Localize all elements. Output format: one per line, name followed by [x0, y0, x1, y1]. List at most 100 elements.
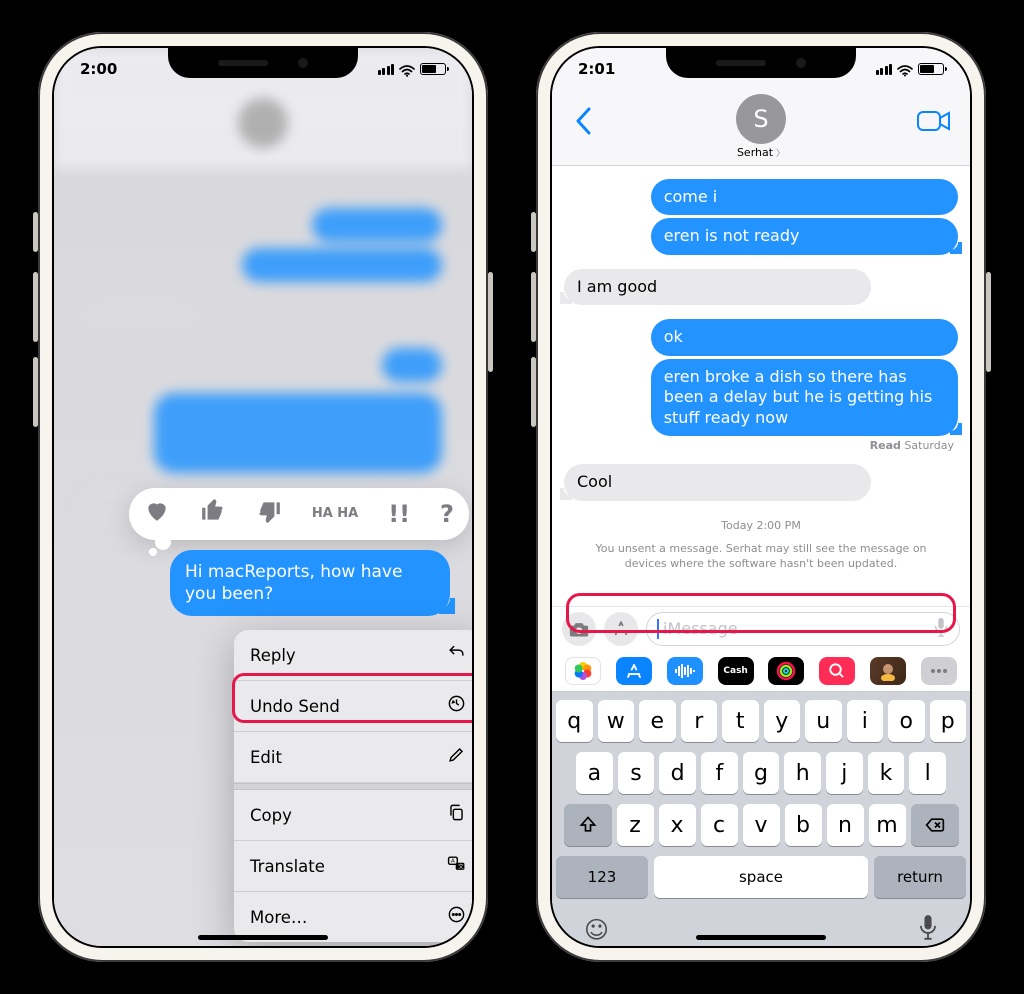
app-web-search[interactable] — [819, 657, 855, 685]
keyboard-row-1: qwertyuiop — [556, 700, 966, 742]
key-s[interactable]: s — [618, 752, 655, 794]
menu-reply[interactable]: Reply — [234, 630, 474, 681]
message-bubble-out[interactable]: come i — [651, 179, 958, 215]
key-w[interactable]: w — [598, 700, 635, 742]
battery-icon — [420, 63, 446, 75]
key-r[interactable]: r — [681, 700, 718, 742]
menu-edit[interactable]: Edit — [234, 732, 474, 783]
key-c[interactable]: c — [701, 804, 738, 846]
message-bubble-in[interactable]: Cool — [564, 464, 871, 500]
app-store-button[interactable] — [604, 612, 638, 646]
context-menu: Reply Undo Send Edit Copy Translate — [234, 630, 474, 942]
keyboard: qwertyuiop asdfghjkl zxcvbnm 123 space r… — [552, 692, 970, 946]
emoji-key[interactable]: ☺ — [584, 916, 609, 944]
voice-message-icon[interactable] — [933, 617, 949, 641]
key-x[interactable]: x — [659, 804, 696, 846]
tapback-thumbs-down-icon[interactable] — [256, 498, 282, 530]
imessage-app-strip[interactable]: Cash — [552, 650, 970, 692]
app-photos[interactable] — [565, 657, 601, 685]
key-z[interactable]: z — [617, 804, 654, 846]
menu-edit-label: Edit — [250, 748, 282, 767]
key-i[interactable]: i — [847, 700, 884, 742]
key-j[interactable]: j — [826, 752, 863, 794]
wifi-icon — [399, 63, 415, 75]
menu-more-label: More… — [250, 908, 307, 927]
copy-icon — [447, 803, 466, 827]
camera-button[interactable] — [562, 612, 596, 646]
app-more[interactable] — [921, 657, 957, 685]
message-bubble-out[interactable]: ok — [651, 319, 958, 355]
notch — [666, 48, 856, 78]
app-cash[interactable]: Cash — [718, 657, 754, 685]
message-bubble-out[interactable]: eren is not ready — [651, 218, 958, 254]
menu-copy-label: Copy — [250, 806, 292, 825]
app-store[interactable] — [616, 657, 652, 685]
dictate-key[interactable] — [918, 914, 938, 946]
app-memoji[interactable] — [870, 657, 906, 685]
key-t[interactable]: t — [722, 700, 759, 742]
undo-icon — [447, 694, 466, 718]
tapback-picker: HA HA !! ? — [129, 488, 469, 540]
selected-message-bubble[interactable]: Hi macReports, how have you been? — [170, 550, 450, 616]
key-b[interactable]: b — [785, 804, 822, 846]
message-input[interactable]: iMessage — [646, 612, 960, 646]
home-indicator[interactable] — [198, 935, 328, 940]
tapback-exclaim-icon[interactable]: !! — [388, 500, 410, 528]
thread-timestamp: Today 2:00 PM — [564, 519, 958, 532]
contact-name-button[interactable]: Serhat 〉 — [737, 146, 785, 159]
key-n[interactable]: n — [827, 804, 864, 846]
menu-translate-label: Translate — [250, 857, 325, 876]
message-thread[interactable]: come i eren is not ready I am good ok er… — [552, 166, 970, 608]
key-p[interactable]: p — [930, 700, 967, 742]
key-k[interactable]: k — [868, 752, 905, 794]
menu-undo-send[interactable]: Undo Send — [234, 681, 474, 732]
return-key[interactable]: return — [874, 856, 966, 898]
message-bubble-in[interactable]: I am good — [564, 269, 871, 305]
tapback-question-icon[interactable]: ? — [440, 500, 454, 528]
menu-translate[interactable]: Translate A文 — [234, 841, 474, 892]
numbers-key[interactable]: 123 — [556, 856, 648, 898]
phone-right: 2:01 S Serhat 〉 — [536, 32, 986, 962]
tapback-thumbs-up-icon[interactable] — [200, 498, 226, 530]
key-m[interactable]: m — [869, 804, 906, 846]
phone-left: 2:00 HA HA !! ? Hi macReports, — [38, 32, 488, 962]
tapback-heart-icon[interactable] — [144, 498, 170, 530]
unsent-notice: You unsent a message. Serhat may still s… — [574, 536, 948, 578]
status-time: 2:00 — [80, 60, 117, 78]
app-music[interactable] — [667, 657, 703, 685]
cellular-icon — [378, 64, 395, 75]
home-indicator[interactable] — [696, 935, 826, 940]
tapback-haha-icon[interactable]: HA HA — [312, 508, 358, 520]
key-y[interactable]: y — [764, 700, 801, 742]
key-e[interactable]: e — [639, 700, 676, 742]
keyboard-row-2: asdfghjkl — [556, 752, 966, 794]
menu-copy[interactable]: Copy — [234, 790, 474, 841]
reply-arrow-icon — [447, 643, 466, 667]
key-d[interactable]: d — [659, 752, 696, 794]
pencil-icon — [447, 745, 466, 769]
key-l[interactable]: l — [909, 752, 946, 794]
space-key[interactable]: space — [654, 856, 868, 898]
read-receipt: Read Saturday — [564, 439, 954, 452]
battery-icon — [918, 63, 944, 75]
key-f[interactable]: f — [701, 752, 738, 794]
status-time: 2:01 — [578, 60, 615, 78]
back-button[interactable] — [566, 104, 600, 138]
contact-avatar[interactable]: S — [736, 94, 786, 144]
facetime-button[interactable] — [914, 104, 954, 138]
message-bubble-out[interactable]: eren broke a dish so there has been a de… — [651, 359, 958, 436]
key-q[interactable]: q — [556, 700, 593, 742]
key-g[interactable]: g — [743, 752, 780, 794]
wifi-icon — [897, 63, 913, 75]
keyboard-row-4: 123 space return — [556, 856, 966, 898]
ellipsis-icon — [447, 905, 466, 929]
svg-text:A: A — [451, 859, 455, 865]
key-v[interactable]: v — [743, 804, 780, 846]
app-fitness[interactable] — [768, 657, 804, 685]
key-o[interactable]: o — [888, 700, 925, 742]
shift-key[interactable] — [564, 804, 612, 846]
key-h[interactable]: h — [784, 752, 821, 794]
key-u[interactable]: u — [805, 700, 842, 742]
key-a[interactable]: a — [576, 752, 613, 794]
backspace-key[interactable] — [911, 804, 959, 846]
